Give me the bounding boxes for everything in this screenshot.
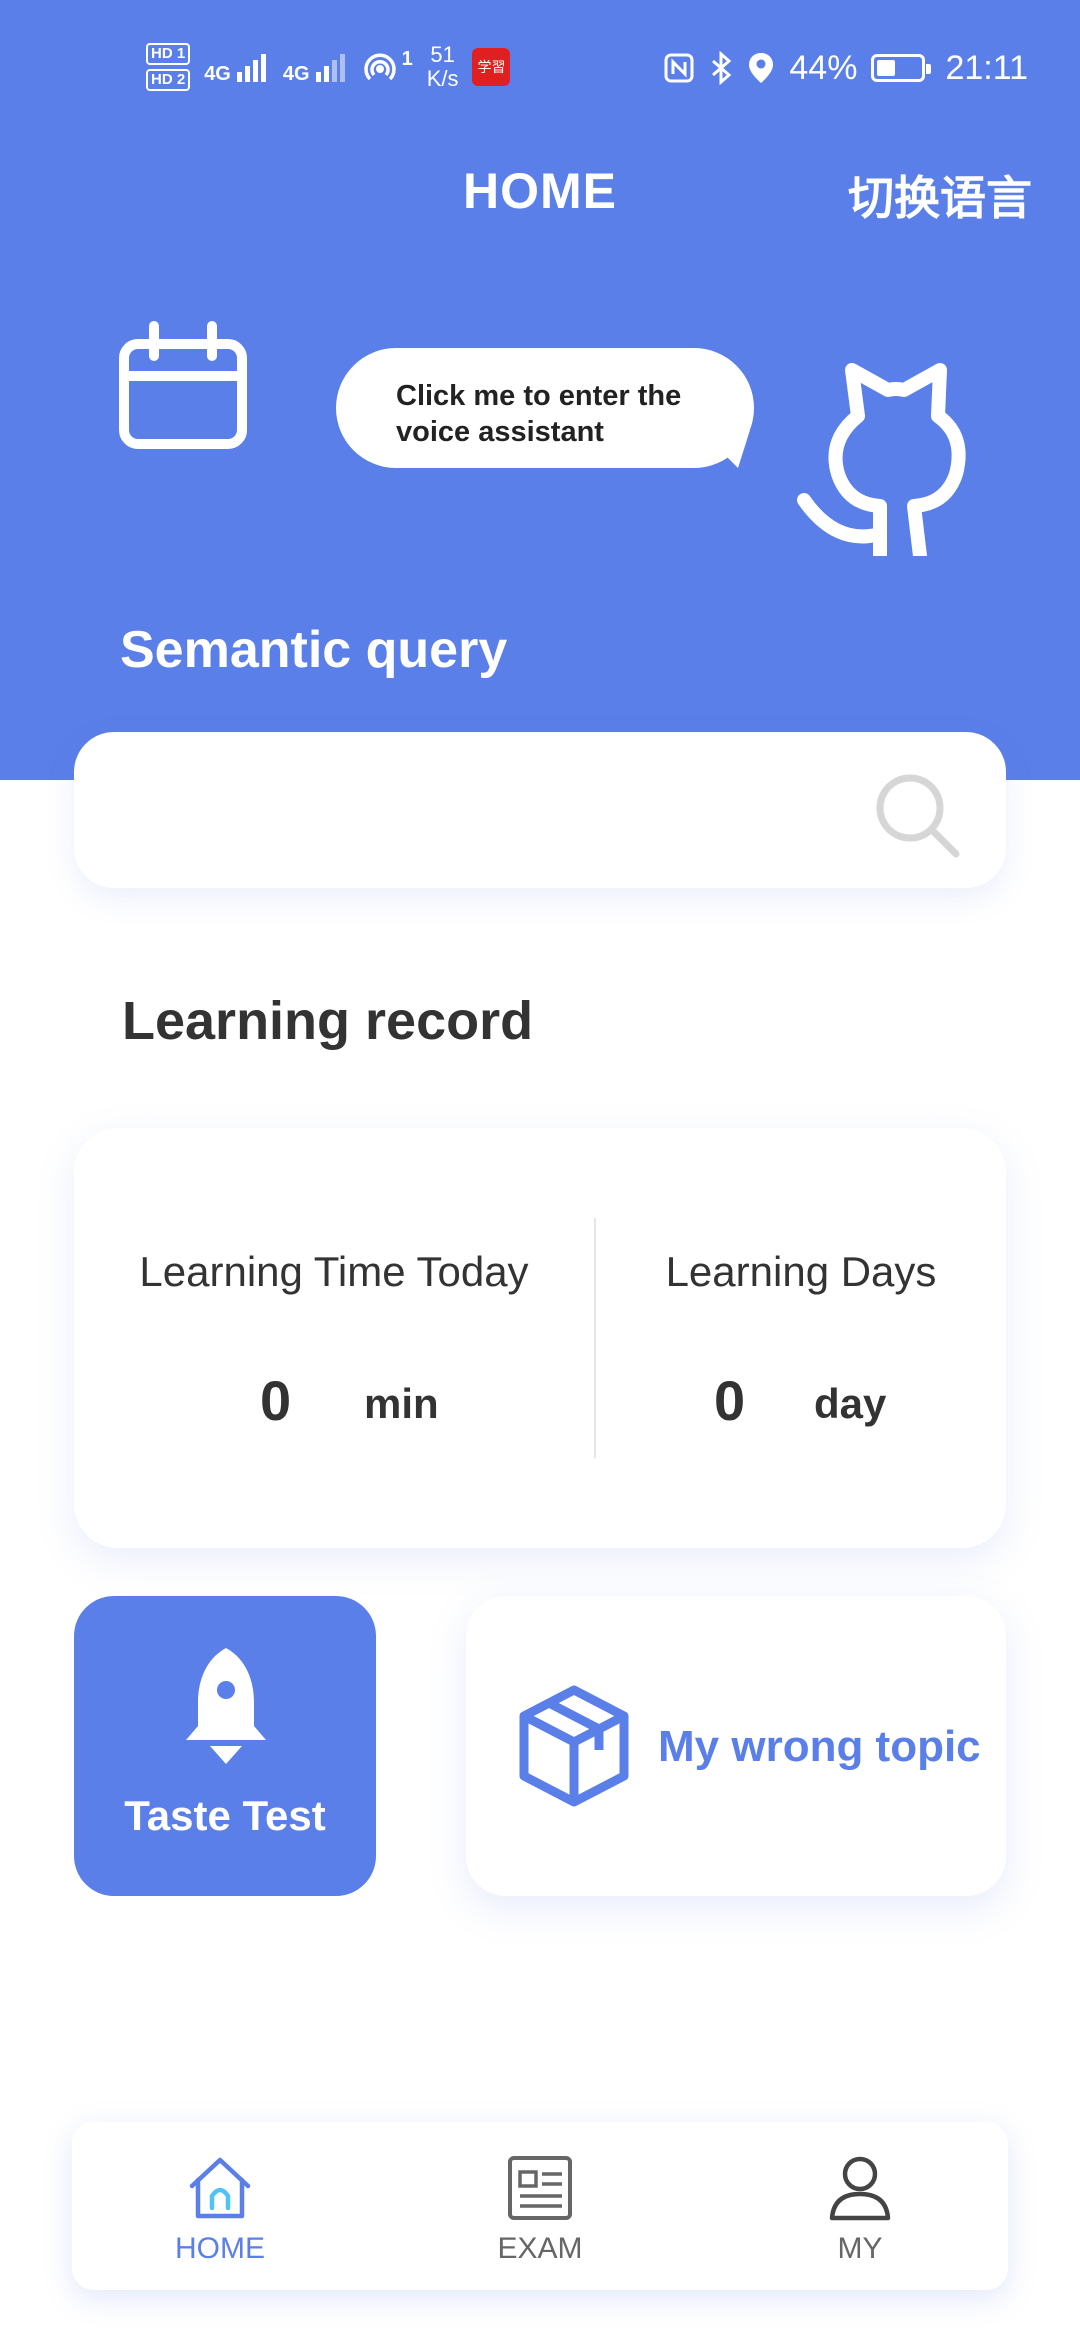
exam-icon bbox=[508, 2156, 572, 2220]
sim1-badge: HD 1 bbox=[146, 43, 191, 65]
home-icon bbox=[189, 2157, 251, 2219]
learning-days: Learning Days 0 day bbox=[596, 1128, 1006, 1548]
github-cat-icon[interactable] bbox=[796, 356, 996, 556]
bluetooth-icon bbox=[712, 51, 732, 85]
tab-exam-label: EXAM bbox=[497, 2232, 583, 2265]
voice-assistant-text-line1: Click me to enter the bbox=[396, 380, 682, 412]
learning-days-unit: day bbox=[814, 1380, 887, 1427]
learning-record-title: Learning record bbox=[122, 991, 534, 1051]
learning-time-unit: min bbox=[364, 1380, 439, 1427]
tab-my[interactable]: MY bbox=[770, 2122, 950, 2290]
learning-time-label: Learning Time Today bbox=[139, 1248, 529, 1295]
semantic-query-label: Semantic query bbox=[120, 621, 508, 679]
user-icon bbox=[829, 2156, 891, 2221]
language-switch-button[interactable]: 切换语言 bbox=[848, 162, 1032, 228]
sim2-badge: HD 2 bbox=[146, 69, 191, 91]
hotspot-icon: 1 bbox=[362, 49, 413, 85]
wrong-topic-label: My wrong topic bbox=[658, 1722, 981, 1771]
tab-my-label: MY bbox=[837, 2232, 883, 2265]
battery-icon bbox=[871, 54, 932, 82]
bell-icon bbox=[186, 1648, 266, 1764]
signal-icon: 4G bbox=[204, 50, 269, 84]
calendar-icon[interactable] bbox=[116, 320, 250, 454]
learning-record-card: Learning Time Today 0 min Learning Days … bbox=[74, 1128, 1006, 1548]
learning-days-label: Learning Days bbox=[665, 1248, 937, 1295]
taste-test-button[interactable]: Taste Test bbox=[74, 1596, 376, 1896]
learning-time-value: 0 bbox=[260, 1369, 292, 1432]
search-input[interactable] bbox=[114, 772, 898, 850]
bubble-tail bbox=[700, 430, 750, 468]
signal-icon-2: 4G bbox=[283, 50, 348, 84]
battery-percent: 44% bbox=[789, 48, 858, 87]
voice-assistant-text-line2: voice assistant bbox=[396, 416, 604, 448]
network-speed: 51 K/s bbox=[426, 42, 459, 91]
search-icon[interactable] bbox=[872, 770, 962, 860]
package-box-icon bbox=[519, 1685, 629, 1807]
voice-assistant-button[interactable]: Click me to enter the voice assistant bbox=[336, 348, 754, 468]
tab-home-label: HOME bbox=[175, 2232, 265, 2265]
status-bar: HD 1 HD 2 4G 4G 1 51 K/s 学習 44% 21:11 bbox=[0, 0, 1080, 130]
clock: 21:11 bbox=[945, 48, 1028, 87]
wrong-topic-button[interactable]: My wrong topic bbox=[466, 1596, 1006, 1896]
app-notification-icon: 学習 bbox=[472, 48, 511, 86]
taste-test-label: Taste Test bbox=[124, 1792, 326, 1839]
learning-days-value: 0 bbox=[714, 1369, 746, 1432]
nfc-icon bbox=[664, 53, 694, 83]
battery-fill bbox=[877, 60, 896, 76]
bottom-tab-bar: HOME EXAM MY bbox=[72, 2122, 1008, 2290]
search-box bbox=[74, 732, 1006, 888]
sim-indicators: HD 1 HD 2 bbox=[146, 43, 191, 91]
tab-exam[interactable]: EXAM bbox=[450, 2122, 630, 2290]
learning-time-today: Learning Time Today 0 min bbox=[74, 1128, 594, 1548]
tab-home[interactable]: HOME bbox=[130, 2122, 310, 2290]
location-icon bbox=[749, 53, 774, 83]
